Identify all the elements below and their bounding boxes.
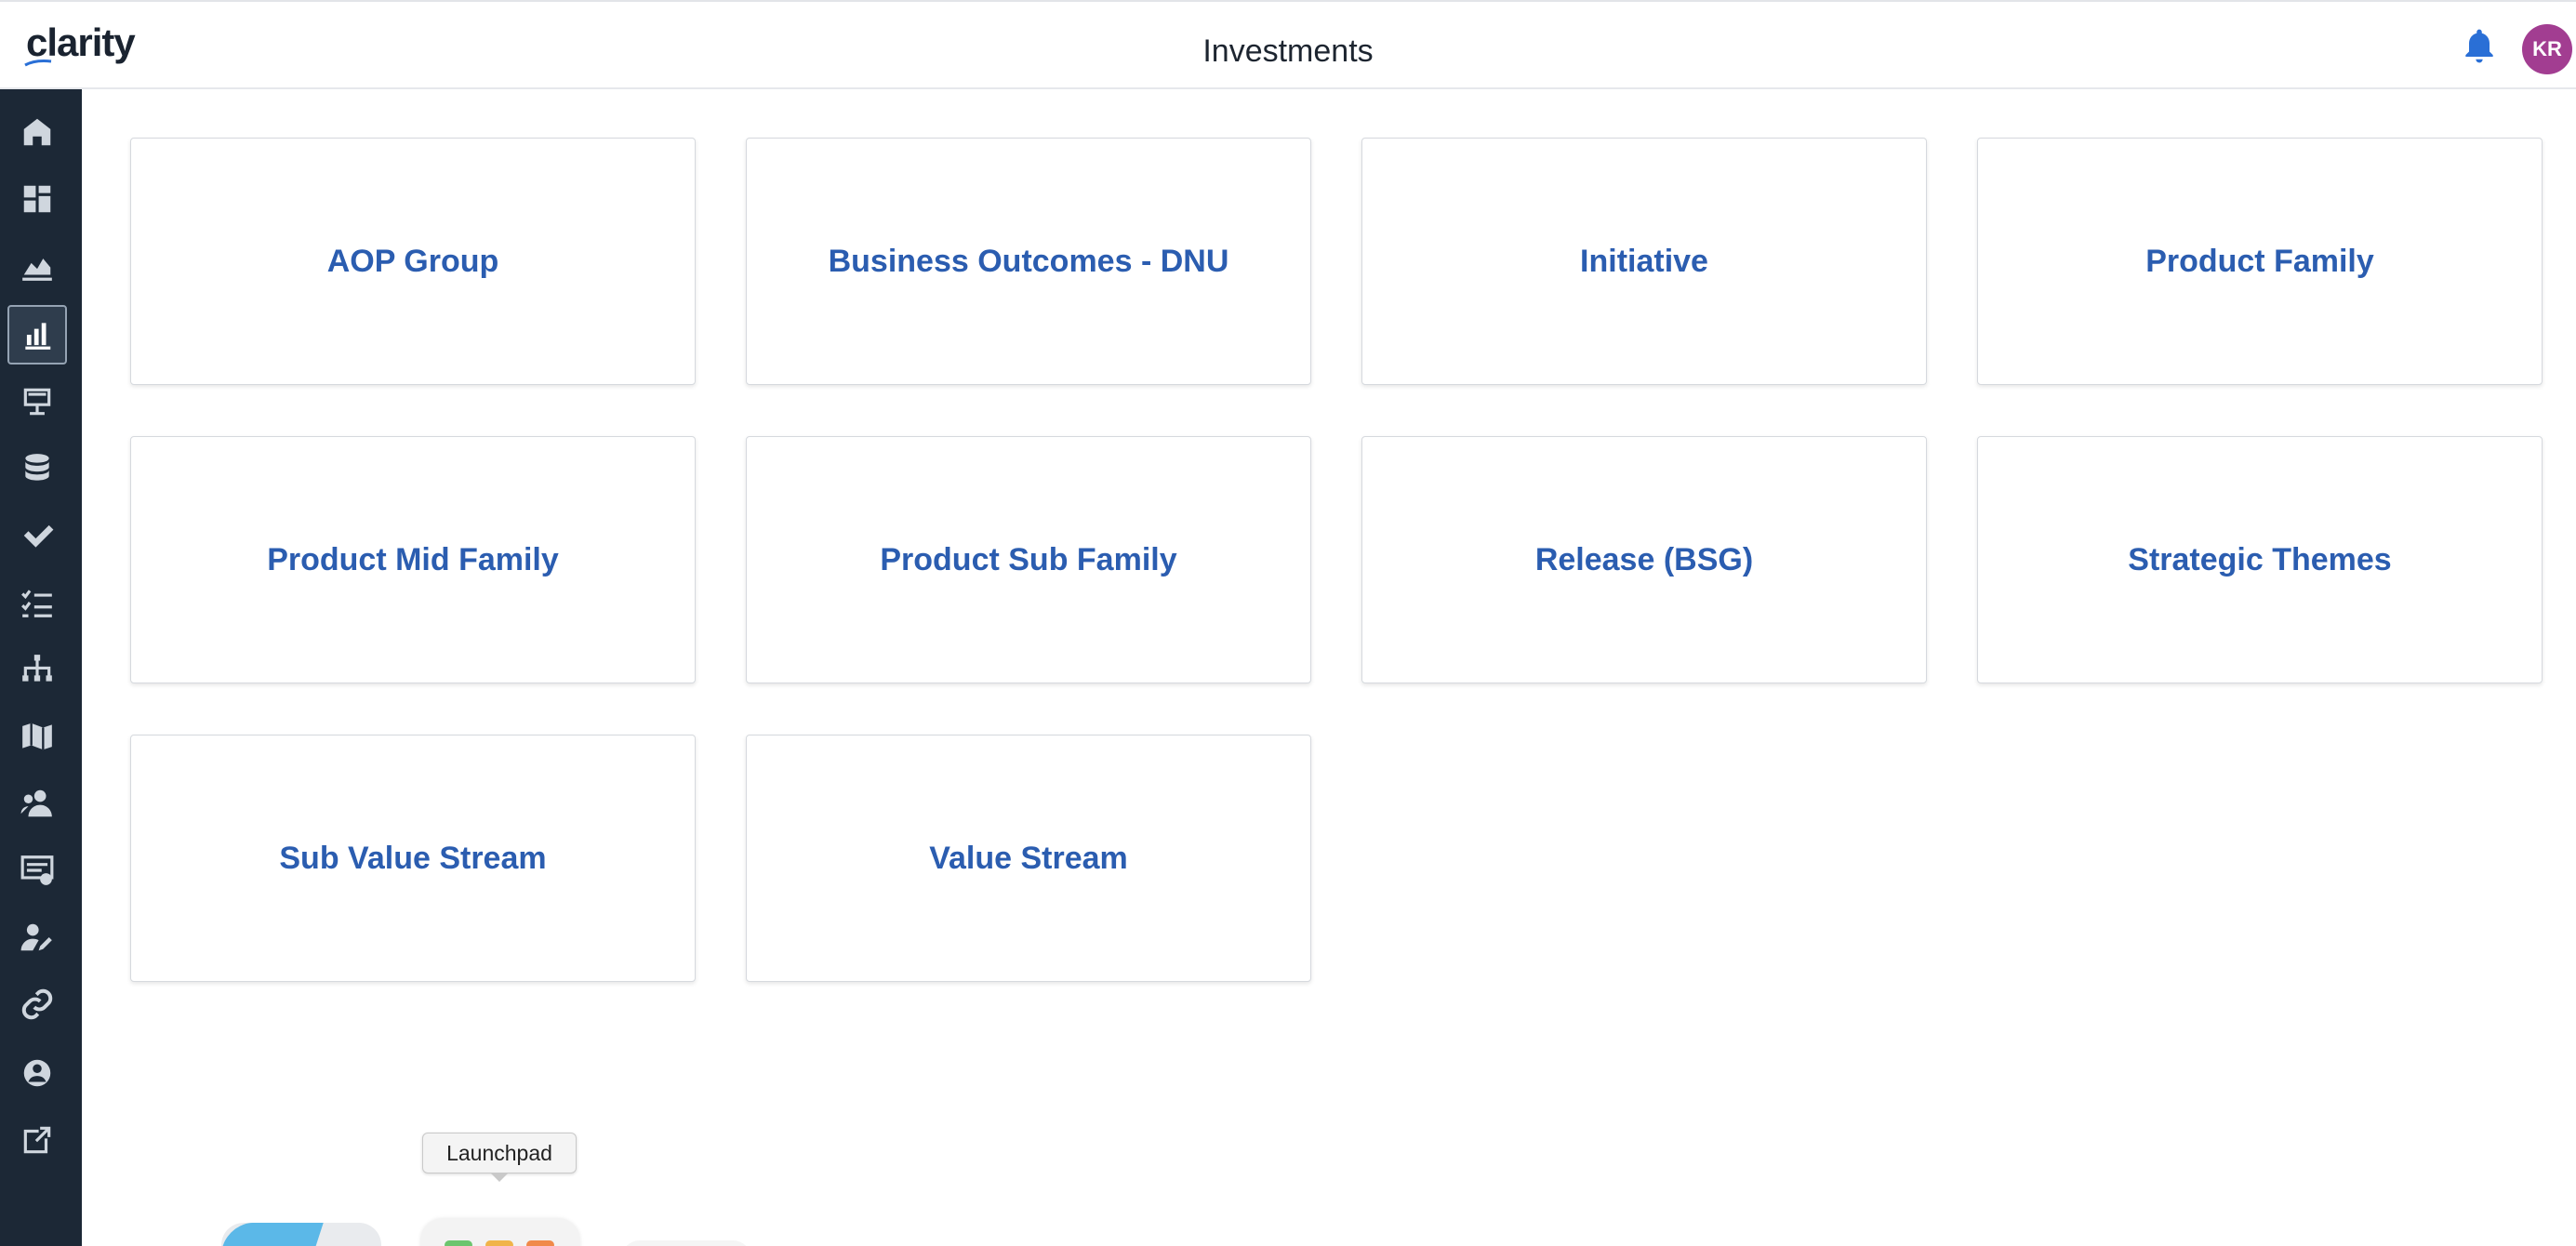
card-label: Strategic Themes [2128,541,2392,577]
nav-links[interactable] [7,974,67,1034]
card-label: Release (BSG) [1534,541,1754,577]
card-label: Product Mid Family [267,541,559,577]
admin-settings-icon [23,1059,51,1087]
dock-app-icon-3[interactable] [621,1240,751,1246]
nav-tasks[interactable] [7,506,67,565]
dock-app-icon[interactable] [212,1223,381,1246]
nav-investments[interactable] [7,305,67,365]
card-product-mid-family[interactable]: Product Mid Family [130,436,696,683]
launchpad-tooltip: Launchpad [422,1133,577,1173]
card-label: Business Outcomes - DNU [828,243,1229,279]
card-aop-group[interactable]: AOP Group [130,138,696,385]
card-label: Product Sub Family [880,541,1177,577]
card-value-stream[interactable]: Value Stream [746,735,1311,982]
card-label: Sub Value Stream [279,840,547,876]
card-label: AOP Group [326,243,499,279]
database-icon [25,454,49,481]
card-product-sub-family[interactable]: Product Sub Family [746,436,1311,683]
nav-user-edit[interactable] [7,908,67,967]
nav-external[interactable] [7,1110,67,1170]
left-nav-sidebar [0,89,82,1246]
nav-analytics[interactable] [7,236,67,296]
bar-chart-icon [25,323,51,350]
tooltip-arrow [490,1173,509,1182]
nav-home[interactable] [7,102,67,162]
page-title: Investments [1202,33,1374,69]
card-label: Product Family [2145,243,2374,279]
card-label: Value Stream [929,840,1128,876]
nav-resources[interactable] [7,774,67,833]
nav-hierarchy[interactable] [7,640,67,699]
top-header: clarity Investments KR [0,0,2576,89]
user-avatar[interactable]: KR [2522,24,2572,74]
timesheet-icon [20,855,54,885]
launchpad-dock-icon[interactable] [420,1218,580,1246]
map-icon [22,722,52,750]
hierarchy-icon [22,655,52,682]
nav-data[interactable] [7,439,67,498]
external-link-icon [23,1126,51,1154]
launchpad-dot-orange [526,1240,554,1246]
card-sub-value-stream[interactable]: Sub Value Stream [130,735,696,982]
launchpad-dot-yellow [485,1240,513,1246]
area-chart-icon [22,258,52,281]
launchpad-dot-green [445,1240,472,1246]
nav-roadmaps[interactable] [7,707,67,766]
card-strategic-themes[interactable]: Strategic Themes [1977,436,2543,683]
checkmark-icon [23,524,54,548]
nav-presentations[interactable] [7,372,67,431]
nav-dashboards[interactable] [7,169,67,229]
nav-administration[interactable] [7,1043,67,1103]
card-initiative[interactable]: Initiative [1361,138,1927,385]
nav-timesheets[interactable] [7,841,67,900]
nav-checklists[interactable] [7,573,67,632]
dock-app-icon-fill [212,1223,324,1246]
card-product-family[interactable]: Product Family [1977,138,2543,385]
home-icon [23,118,51,146]
checklist-icon [21,590,52,617]
team-icon [20,789,52,817]
bell-icon[interactable] [2459,26,2500,67]
presentation-icon [23,388,51,416]
card-release-bsg[interactable]: Release (BSG) [1361,436,1927,683]
link-icon [21,988,53,1020]
card-label: Initiative [1580,243,1708,279]
user-edit-icon [20,923,52,951]
dashboard-grid-icon [23,185,51,213]
card-business-outcomes[interactable]: Business Outcomes - DNU [746,138,1311,385]
